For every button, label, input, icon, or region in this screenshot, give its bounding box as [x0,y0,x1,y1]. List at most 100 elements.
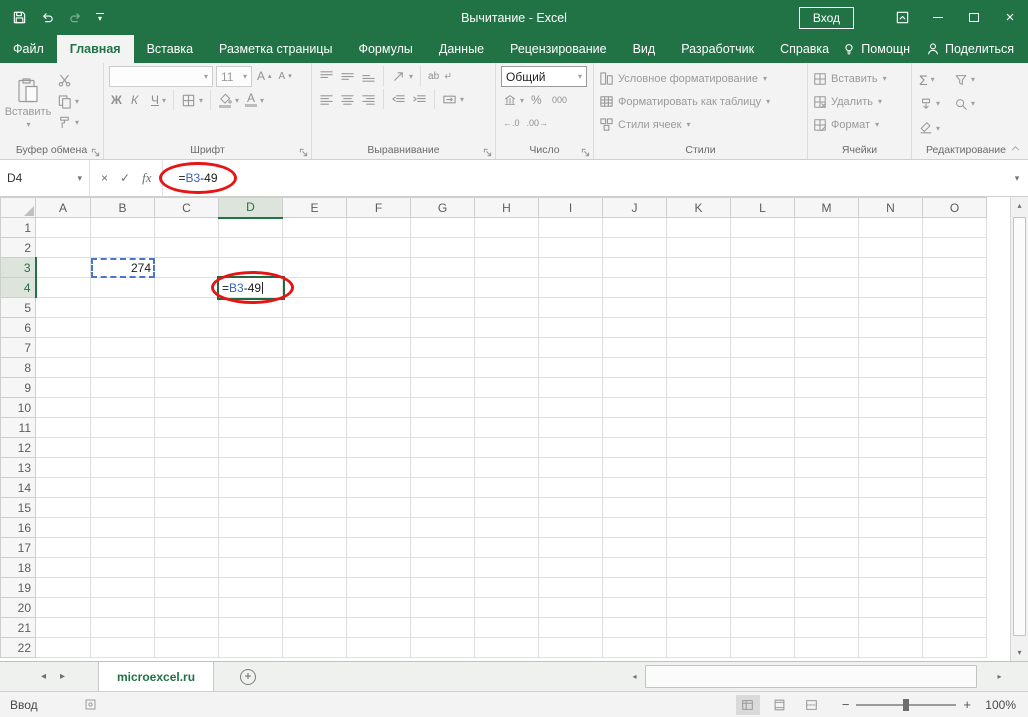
cell-G13[interactable] [411,458,475,478]
align-left-button[interactable] [317,89,336,109]
bold-button[interactable]: Ж [109,90,127,110]
cell-L12[interactable] [731,438,795,458]
column-header-F[interactable]: F [347,198,411,218]
cell-M4[interactable] [795,278,859,298]
number-format-combobox[interactable]: Общий [501,66,587,87]
formula-input[interactable]: =B3-49 [163,160,1006,196]
minimize-button[interactable] [920,0,956,35]
cell-L14[interactable] [731,478,795,498]
tab-formulas[interactable]: Формулы [345,35,425,63]
cell-C7[interactable] [155,338,219,358]
cell-A14[interactable] [36,478,91,498]
column-header-O[interactable]: O [923,198,987,218]
cell-N21[interactable] [859,618,923,638]
cell-I21[interactable] [539,618,603,638]
cell-J16[interactable] [603,518,667,538]
cell-L13[interactable] [731,458,795,478]
comma-style-button[interactable]: 000 [550,90,569,110]
sheet-tab-active[interactable]: microexcel.ru [98,662,214,691]
row-header-10[interactable]: 10 [1,398,36,418]
cell-L21[interactable] [731,618,795,638]
cell-K14[interactable] [667,478,731,498]
cell-E10[interactable] [283,398,347,418]
autosum-button[interactable]: Σ [917,70,942,90]
row-header-13[interactable]: 13 [1,458,36,478]
cell-J21[interactable] [603,618,667,638]
cell-K17[interactable] [667,538,731,558]
cancel-entry-icon[interactable]: × [101,171,108,185]
sign-in-button[interactable]: Вход [799,7,854,29]
sheet-nav-left-icon[interactable]: ◂ [34,662,53,691]
horizontal-scrollbar[interactable]: ◂ ▸ [626,662,1008,691]
cell-H8[interactable] [475,358,539,378]
cell-M17[interactable] [795,538,859,558]
row-header-22[interactable]: 22 [1,638,36,658]
cell-O11[interactable] [923,418,987,438]
cell-O7[interactable] [923,338,987,358]
cell-K19[interactable] [667,578,731,598]
cell-J8[interactable] [603,358,667,378]
tab-home[interactable]: Главная [57,35,134,63]
cell-E12[interactable] [283,438,347,458]
cell-B20[interactable] [91,598,155,618]
cell-C8[interactable] [155,358,219,378]
cell-B12[interactable] [91,438,155,458]
row-header-12[interactable]: 12 [1,438,36,458]
zoom-out-icon[interactable]: − [842,697,850,712]
increase-decimal-button[interactable]: ←.0 [501,113,522,133]
cell-C10[interactable] [155,398,219,418]
cell-H7[interactable] [475,338,539,358]
cell-B18[interactable] [91,558,155,578]
cell-C16[interactable] [155,518,219,538]
cell-H19[interactable] [475,578,539,598]
cell-N9[interactable] [859,378,923,398]
cell-C4[interactable] [155,278,219,298]
cell-I22[interactable] [539,638,603,658]
cell-H2[interactable] [475,238,539,258]
assistant-button[interactable]: Помощн [842,42,910,56]
cell-D10[interactable] [219,398,283,418]
row-header-20[interactable]: 20 [1,598,36,618]
cell-J3[interactable] [603,258,667,278]
cell-D15[interactable] [219,498,283,518]
select-all-corner[interactable] [1,198,36,218]
cell-B11[interactable] [91,418,155,438]
cell-G16[interactable] [411,518,475,538]
borders-button[interactable] [179,90,205,110]
column-header-C[interactable]: C [155,198,219,218]
cell-M14[interactable] [795,478,859,498]
cell-A2[interactable] [36,238,91,258]
column-header-I[interactable]: I [539,198,603,218]
alignment-dialog-launcher-icon[interactable] [483,148,492,157]
cell-D6[interactable] [219,318,283,338]
wrap-text-button[interactable]: ab [426,66,454,86]
add-sheet-button[interactable]: + [240,669,256,685]
cell-O20[interactable] [923,598,987,618]
cell-J14[interactable] [603,478,667,498]
cell-L15[interactable] [731,498,795,518]
cell-F10[interactable] [347,398,411,418]
cell-N18[interactable] [859,558,923,578]
cell-E3[interactable] [283,258,347,278]
cell-L19[interactable] [731,578,795,598]
cell-I19[interactable] [539,578,603,598]
cell-M15[interactable] [795,498,859,518]
row-header-21[interactable]: 21 [1,618,36,638]
cell-L11[interactable] [731,418,795,438]
cell-A9[interactable] [36,378,91,398]
row-header-11[interactable]: 11 [1,418,36,438]
font-size-combobox[interactable]: 11 [216,66,252,87]
cell-E4[interactable] [283,278,347,298]
cell-A8[interactable] [36,358,91,378]
cell-G10[interactable] [411,398,475,418]
underline-button[interactable]: Ч [149,90,168,110]
cell-N12[interactable] [859,438,923,458]
cell-N17[interactable] [859,538,923,558]
cell-I8[interactable] [539,358,603,378]
cell-N4[interactable] [859,278,923,298]
italic-button[interactable]: К [129,90,147,110]
cell-B14[interactable] [91,478,155,498]
cell-A22[interactable] [36,638,91,658]
cell-N3[interactable] [859,258,923,278]
cell-E15[interactable] [283,498,347,518]
